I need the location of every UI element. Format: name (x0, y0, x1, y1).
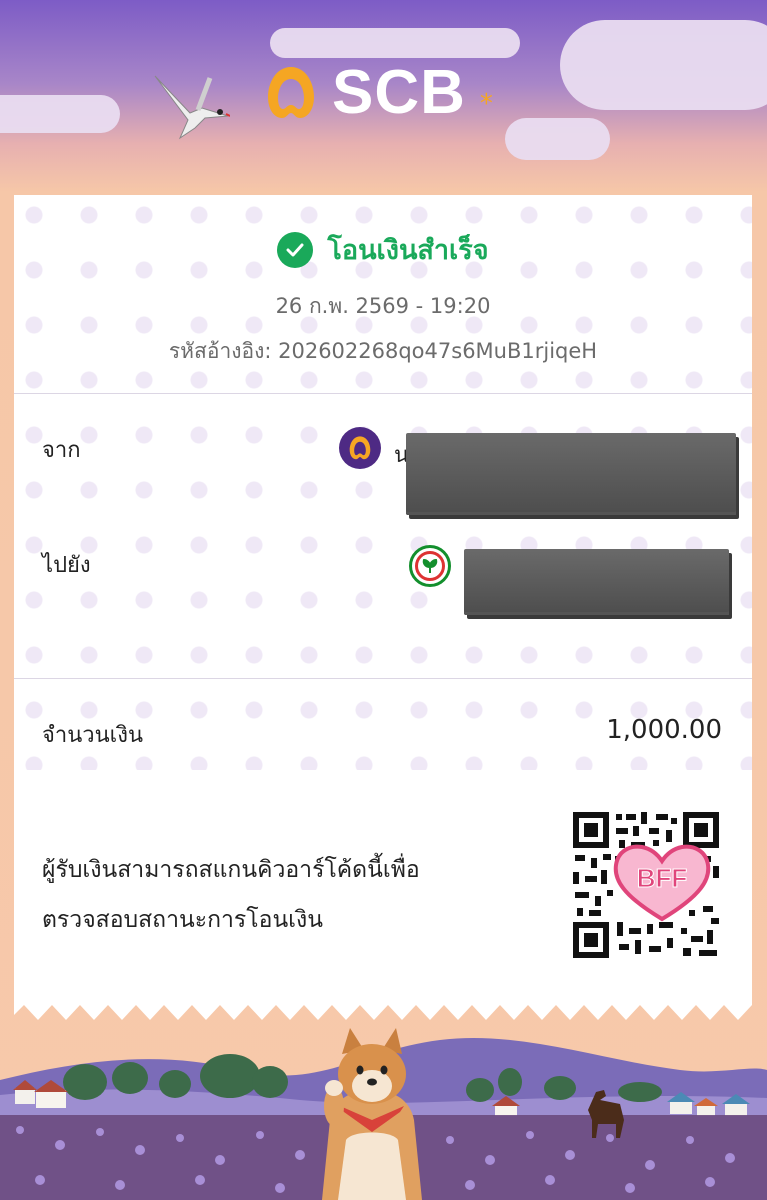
brand-star: * (479, 89, 493, 119)
scb-logo-icon (339, 427, 381, 469)
redaction-box (406, 433, 736, 515)
cloud (505, 118, 610, 160)
cloud (560, 20, 767, 110)
bird-icon (154, 75, 230, 140)
receipt-card: โอนเงินสำเร็จ 26 ก.พ. 2569 - 19:20 รหัสอ… (14, 195, 752, 1005)
qr-instruction-line2: ตรวจสอบสถานะการโอนเงิน (42, 907, 323, 933)
bff-heart-sticker: BFF (613, 844, 711, 922)
status-row: โอนเงินสำเร็จ (14, 228, 752, 271)
to-label: ไปยัง (42, 553, 91, 578)
qr-instruction: ผู้รับเงินสามารถสแกนคิวอาร์โค้ดนี้เพื่อ … (42, 845, 492, 945)
scb-logo-icon (268, 67, 314, 118)
bff-text: BFF (637, 863, 688, 893)
divider (14, 678, 752, 679)
lavender-landscape (0, 1028, 767, 1200)
reference-number[interactable]: รหัสอ้างอิง: 202602268qo47s6MuB1rjiqeH (14, 335, 752, 368)
success-check-icon (277, 231, 314, 268)
qr-instruction-line1: ผู้รับเงินสามารถสแกนคิวอาร์โค้ดนี้เพื่อ (42, 857, 420, 883)
from-label: จาก (42, 438, 81, 463)
divider (14, 393, 752, 394)
redaction-box (464, 549, 729, 615)
amount-label: จำนวนเงิน (42, 723, 143, 748)
scb-logo: SCB * (262, 62, 493, 124)
kbank-logo-icon (409, 545, 451, 587)
status-text: โอนเงินสำเร็จ (327, 235, 489, 266)
brand-name: SCB (332, 58, 466, 127)
transaction-datetime: 26 ก.พ. 2569 - 19:20 (275, 294, 491, 318)
cloud (0, 95, 120, 133)
amount-value: 1,000.00 (606, 715, 722, 745)
cloud (270, 28, 520, 58)
header: SCB * (0, 0, 767, 195)
status-section: โอนเงินสำเร็จ 26 ก.พ. 2569 - 19:20 รหัสอ… (14, 195, 752, 393)
